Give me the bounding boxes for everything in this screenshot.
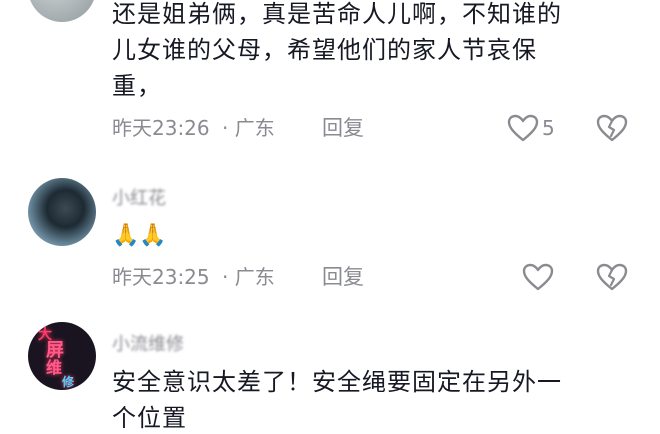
dislike-button[interactable] [596, 113, 628, 143]
comment-meta: 昨天23:26 · 广东 [112, 114, 275, 142]
avatar[interactable] [28, 0, 96, 22]
comment-location: · 广东 [222, 265, 275, 289]
comment-text-line-2: 个位置 [112, 404, 187, 432]
comment-text-line-2: 儿女谁的父母，希望他们的家人节哀保 [112, 36, 537, 64]
like-button[interactable] [506, 113, 540, 143]
reply-button[interactable]: 回复 [322, 263, 364, 291]
heart-outline-icon [507, 114, 539, 142]
username[interactable]: 小流维修 [112, 330, 184, 356]
like-count: 5 [542, 116, 555, 140]
reply-button[interactable]: 回复 [322, 114, 364, 142]
comment-time: 昨天23:25 [112, 265, 210, 289]
avatar-sign-text-3: 维 [46, 358, 63, 377]
avatar-sign-text-4: 修 [62, 375, 75, 389]
comment-text: 🙏🙏 [112, 223, 167, 248]
comment-time: 昨天23:26 [112, 116, 210, 140]
comment-text-line-1: 安全意识太差了！安全绳要固定在另外一 [112, 368, 562, 396]
broken-heart-icon [596, 114, 628, 142]
heart-outline-icon [522, 263, 554, 291]
comment-text-line-3: 重， [112, 72, 162, 100]
broken-heart-icon [596, 263, 628, 291]
comment-location: · 广东 [222, 116, 275, 140]
avatar[interactable] [28, 178, 96, 246]
avatar[interactable]: 大 屏 维 修 [28, 322, 96, 390]
comment-text-line-1: 还是姐弟俩，真是苦命人儿啊，不知谁的 [112, 0, 562, 28]
avatar-sign: 大 屏 维 修 [38, 328, 88, 389]
like-button[interactable] [521, 262, 555, 292]
username[interactable]: 小红花 [112, 184, 166, 210]
comment-meta: 昨天23:25 · 广东 [112, 263, 275, 291]
dislike-button[interactable] [596, 262, 628, 292]
